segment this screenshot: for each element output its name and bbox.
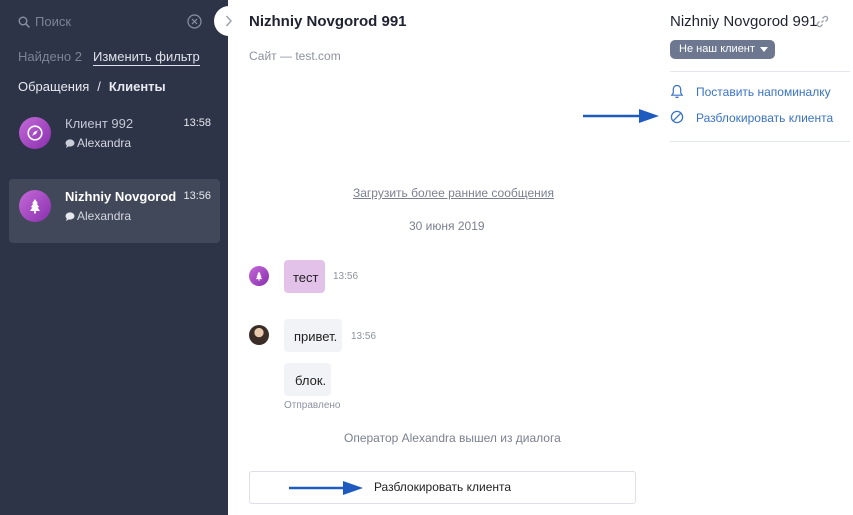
message-time: 13:56 xyxy=(333,271,359,282)
operator-name: Alexandra xyxy=(77,136,132,150)
change-filter-link[interactable]: Изменить фильтр xyxy=(93,49,200,66)
annotation-arrow-icon xyxy=(289,481,363,495)
compass-icon xyxy=(19,117,51,149)
found-count: Найдено 2 xyxy=(18,49,82,64)
operator-name: Alexandra xyxy=(77,209,132,223)
client-name: Nizhniy Novgorod 991 xyxy=(670,13,818,30)
divider xyxy=(670,71,850,72)
operator-message-bubble: блок. xyxy=(284,363,331,396)
operator-avatar xyxy=(249,325,269,345)
message-time: 13:56 xyxy=(351,331,377,342)
breadcrumb-separator: / xyxy=(97,79,101,94)
unblock-icon xyxy=(670,110,684,124)
annotation-arrow-icon xyxy=(583,109,659,123)
chevron-down-icon xyxy=(759,47,768,52)
client-avatar xyxy=(249,266,269,286)
search-row xyxy=(18,14,208,30)
conversation-time: 13:56 xyxy=(183,190,211,202)
chat-bubble-icon xyxy=(65,212,75,221)
conversation-operator: Alexandra xyxy=(65,209,131,223)
date-divider: 30 июня 2019 xyxy=(409,219,485,233)
load-earlier-link[interactable]: Загрузить более ранние сообщения xyxy=(353,186,554,200)
conversation-item-active[interactable]: Nizhniy Novgorod 991 13:56 Alexandra xyxy=(9,179,220,243)
collapse-sidebar-button[interactable] xyxy=(214,6,244,36)
tree-icon xyxy=(255,271,263,281)
operator-message-bubble: привет. xyxy=(284,319,342,352)
message-status: Отправлено xyxy=(284,400,341,411)
search-icon xyxy=(18,15,30,33)
conversation-operator: Alexandra xyxy=(65,136,131,150)
bell-icon xyxy=(670,84,684,99)
client-status-dropdown[interactable]: Не наш клиент xyxy=(670,40,775,59)
breadcrumb-current: Клиенты xyxy=(108,79,166,94)
link-icon[interactable] xyxy=(816,15,829,33)
client-message-bubble: тест xyxy=(284,260,325,293)
clear-search-icon[interactable] xyxy=(187,14,202,34)
tree-icon xyxy=(19,190,51,222)
unblock-client-label: Разблокировать клиента xyxy=(696,111,834,125)
site-label: Сайт — test.com xyxy=(249,49,341,63)
conversation-time: 13:58 xyxy=(183,117,211,129)
search-input[interactable] xyxy=(35,14,185,29)
conversation-name: Клиент 992 xyxy=(65,116,134,131)
breadcrumb-section[interactable]: Обращения xyxy=(18,79,89,94)
set-reminder-label: Поставить напоминалку xyxy=(696,85,831,99)
breadcrumb: Обращения / Клиенты xyxy=(18,79,166,94)
sidebar: Найдено 2 Изменить фильтр Обращения / Клие… xyxy=(0,0,228,515)
divider xyxy=(670,141,850,142)
conversation-name: Nizhniy Novgorod 991 xyxy=(65,189,177,204)
chevron-right-icon xyxy=(225,15,232,27)
client-status-label: Не наш клиент xyxy=(679,43,755,55)
chat-title: Nizhniy Novgorod 991 xyxy=(249,13,407,30)
conversation-item[interactable]: Клиент 992 13:58 Alexandra xyxy=(9,106,220,170)
system-message: Оператор Alexandra вышел из диалога xyxy=(344,431,561,445)
chat-bubble-icon xyxy=(65,139,75,148)
